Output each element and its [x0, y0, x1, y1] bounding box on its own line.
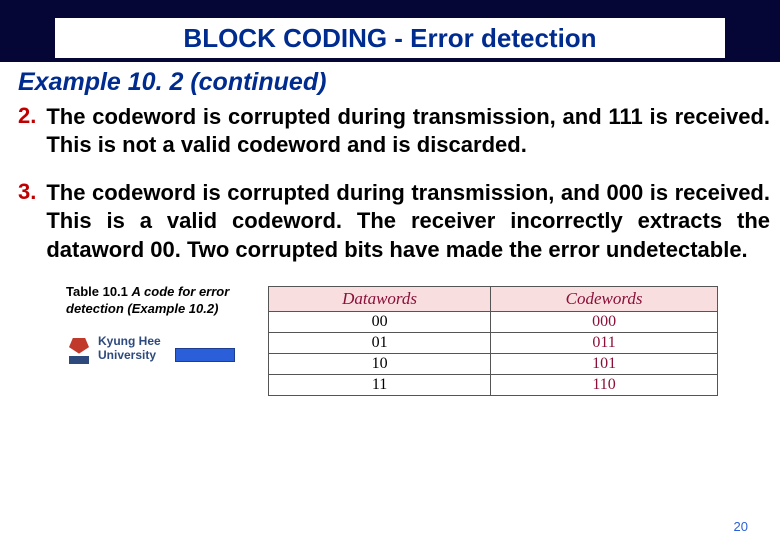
cell-codeword: 110 — [491, 374, 718, 395]
university-line2: University — [98, 349, 161, 363]
header-box: BLOCK CODING - Error detection — [55, 18, 725, 58]
code-table: Datawords Codewords 00 000 01 011 10 101 — [268, 286, 718, 396]
item-number: 3. — [18, 179, 36, 263]
cell-codeword: 000 — [491, 311, 718, 332]
table-header-row: Datawords Codewords — [269, 286, 718, 311]
cell-dataword: 00 — [269, 311, 491, 332]
content-area: Example 10. 2 (continued) 2. The codewor… — [0, 62, 780, 540]
caption-column: Table 10.1 A code for error detection (E… — [18, 284, 268, 364]
page-number: 20 — [734, 519, 748, 534]
university-line1: Kyung Hee — [98, 335, 161, 349]
bottom-row: Table 10.1 A code for error detection (E… — [18, 284, 770, 396]
item-number: 2. — [18, 103, 36, 159]
col-header-codewords: Codewords — [491, 286, 718, 311]
col-header-datawords: Datawords — [269, 286, 491, 311]
blue-bar-icon — [175, 348, 235, 362]
caption-label: Table 10.1 — [66, 284, 128, 299]
table-row: 00 000 — [269, 311, 718, 332]
table-row: 11 110 — [269, 374, 718, 395]
table-row: 10 101 — [269, 353, 718, 374]
item-text: The codeword is corrupted during transmi… — [46, 103, 770, 159]
table-caption: Table 10.1 A code for error detection (E… — [66, 284, 258, 318]
list-item: 2. The codeword is corrupted during tran… — [18, 103, 770, 159]
item-text: The codeword is corrupted during transmi… — [46, 179, 770, 263]
page-title: BLOCK CODING - Error detection — [183, 23, 596, 54]
cell-dataword: 11 — [269, 374, 491, 395]
cell-dataword: 01 — [269, 332, 491, 353]
list-item: 3. The codeword is corrupted during tran… — [18, 179, 770, 263]
example-heading: Example 10. 2 (continued) — [18, 68, 770, 97]
table-row: 01 011 — [269, 332, 718, 353]
university-name: Kyung Hee University — [98, 335, 161, 363]
cell-codeword: 011 — [491, 332, 718, 353]
footer-row: Kyung Hee University — [66, 334, 258, 364]
university-logo-icon — [66, 334, 92, 364]
cell-dataword: 10 — [269, 353, 491, 374]
cell-codeword: 101 — [491, 353, 718, 374]
